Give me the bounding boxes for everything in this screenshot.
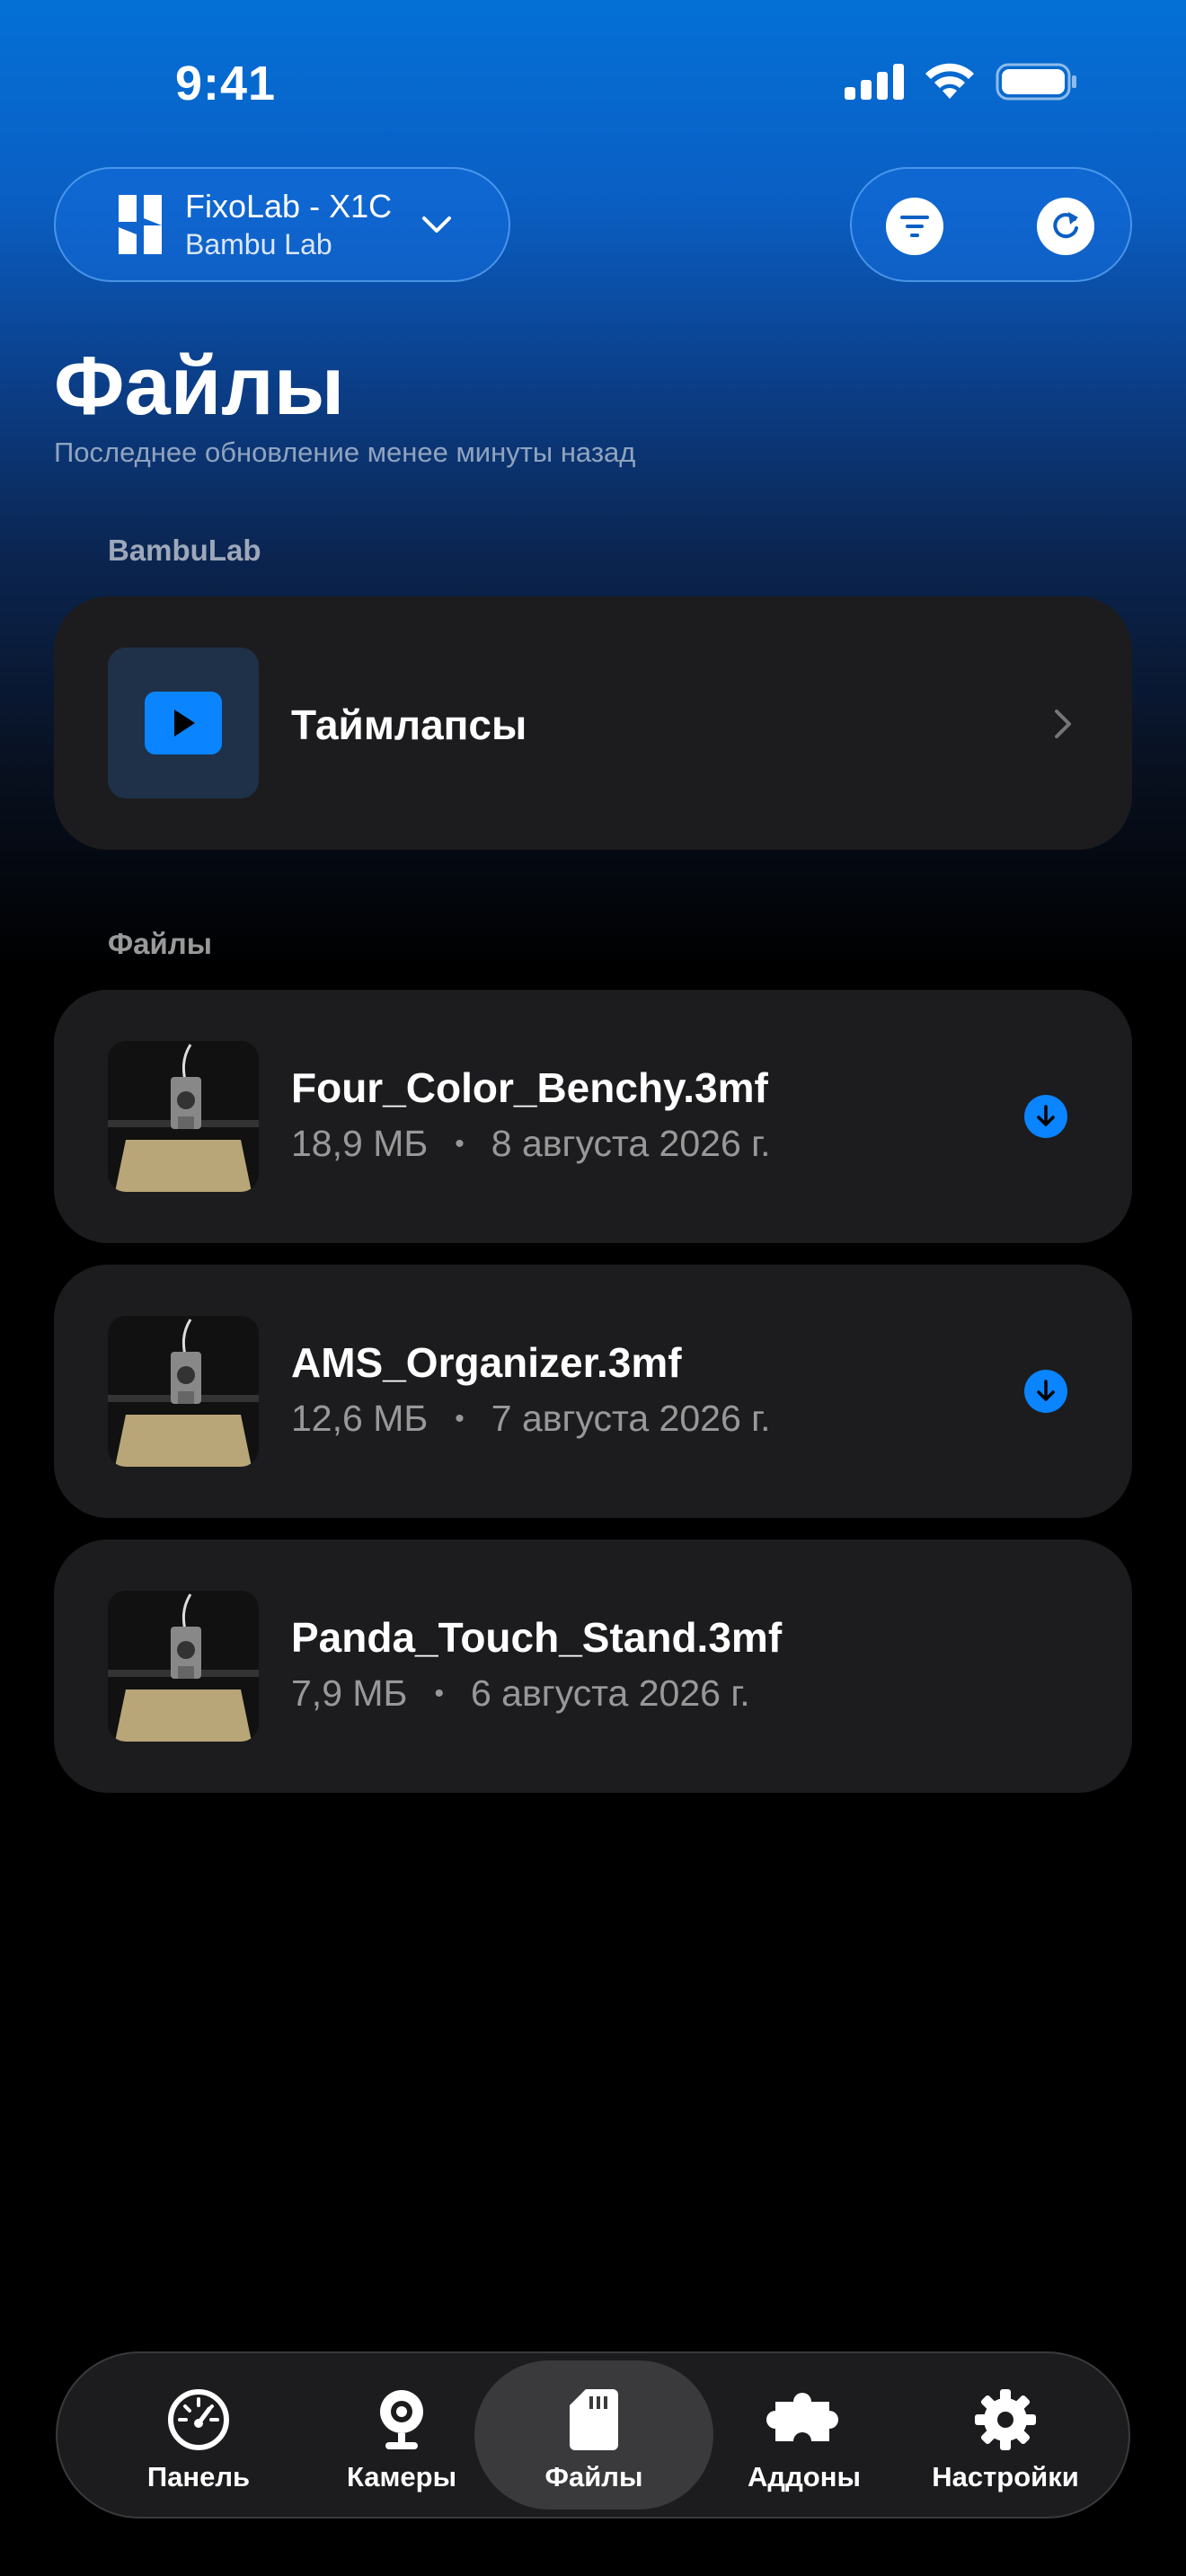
wifi-icon: [925, 63, 974, 99]
printer-brand: Bambu Lab: [185, 228, 332, 260]
printer-selector[interactable]: FixoLab - X1C Bambu Lab: [54, 167, 510, 282]
tab-label: Настройки: [932, 2461, 1079, 2492]
sd-card-icon: [570, 2389, 618, 2450]
tab-settings[interactable]: Настройки: [886, 2360, 1125, 2510]
timelapses-label: Таймлапсы: [291, 701, 527, 748]
filter-button[interactable]: [886, 198, 943, 255]
timelapses-row[interactable]: Таймлапсы: [54, 596, 1132, 850]
header-actions: [850, 167, 1132, 282]
refresh-button[interactable]: [1037, 198, 1094, 255]
filter-icon: [900, 216, 929, 237]
download-icon[interactable]: [1024, 1095, 1067, 1138]
file-date: 6 августа 2026 г.: [470, 1672, 750, 1714]
download-icon[interactable]: [1024, 1370, 1067, 1413]
section-label-files: Файлы: [108, 927, 212, 960]
tab-label: Камеры: [346, 2461, 457, 2492]
file-date: 8 августа 2026 г.: [491, 1123, 771, 1164]
file-row[interactable]: Four_Color_Benchy.3mf 18,9 МБ • 8 август…: [54, 990, 1132, 1243]
gauge-icon: [168, 2389, 229, 2450]
signal-icon: [845, 64, 904, 100]
tab-label: Аддоны: [748, 2461, 861, 2492]
file-name: Four_Color_Benchy.3mf: [291, 1064, 768, 1111]
tab-bar: Панель Камеры Файлы Аддоны Настройки: [56, 2351, 1130, 2519]
file-meta: 18,9 МБ • 8 августа 2026 г.: [291, 1123, 771, 1165]
file-size: 7,9 МБ: [291, 1672, 408, 1714]
file-thumbnail: [108, 1041, 259, 1192]
section-label-bambulab: BambuLab: [108, 534, 261, 567]
battery-icon: [996, 63, 1076, 101]
page-title: Файлы: [54, 340, 345, 432]
meta-separator: •: [455, 1403, 465, 1434]
file-name: Panda_Touch_Stand.3mf: [291, 1614, 783, 1661]
file-size: 18,9 МБ: [291, 1123, 429, 1164]
tab-files[interactable]: Файлы: [474, 2360, 713, 2510]
file-row[interactable]: AMS_Organizer.3mf 12,6 МБ • 7 августа 20…: [54, 1265, 1132, 1518]
last-updated-text: Последнее обновление менее минуты назад: [54, 437, 636, 468]
webcam-icon: [380, 2390, 423, 2449]
printer-name: FixoLab - X1C: [185, 188, 393, 225]
puzzle-icon: [766, 2393, 838, 2441]
tab-label: Панель: [146, 2461, 251, 2492]
tab-label: Файлы: [544, 2461, 643, 2492]
gear-icon: [975, 2389, 1036, 2450]
status-time: 9:41: [175, 57, 277, 110]
chevron-right-icon: [1055, 710, 1071, 738]
file-thumbnail: [108, 1316, 259, 1467]
meta-separator: •: [434, 1678, 444, 1708]
file-size: 12,6 МБ: [291, 1398, 429, 1439]
file-meta: 7,9 МБ • 6 августа 2026 г.: [291, 1672, 750, 1715]
play-icon: [145, 692, 222, 754]
refresh-icon: [1053, 212, 1078, 239]
chevron-down-icon: [422, 216, 451, 233]
file-meta: 12,6 МБ • 7 августа 2026 г.: [291, 1398, 771, 1440]
timelapse-thumb: [108, 648, 259, 798]
file-date: 7 августа 2026 г.: [491, 1398, 771, 1439]
file-thumbnail: [108, 1591, 259, 1742]
meta-separator: •: [455, 1128, 465, 1159]
bambu-logo: [119, 195, 162, 254]
file-name: AMS_Organizer.3mf: [291, 1339, 682, 1386]
status-icons: [845, 63, 1078, 101]
file-row[interactable]: Panda_Touch_Stand.3mf 7,9 МБ • 6 августа…: [54, 1539, 1132, 1793]
